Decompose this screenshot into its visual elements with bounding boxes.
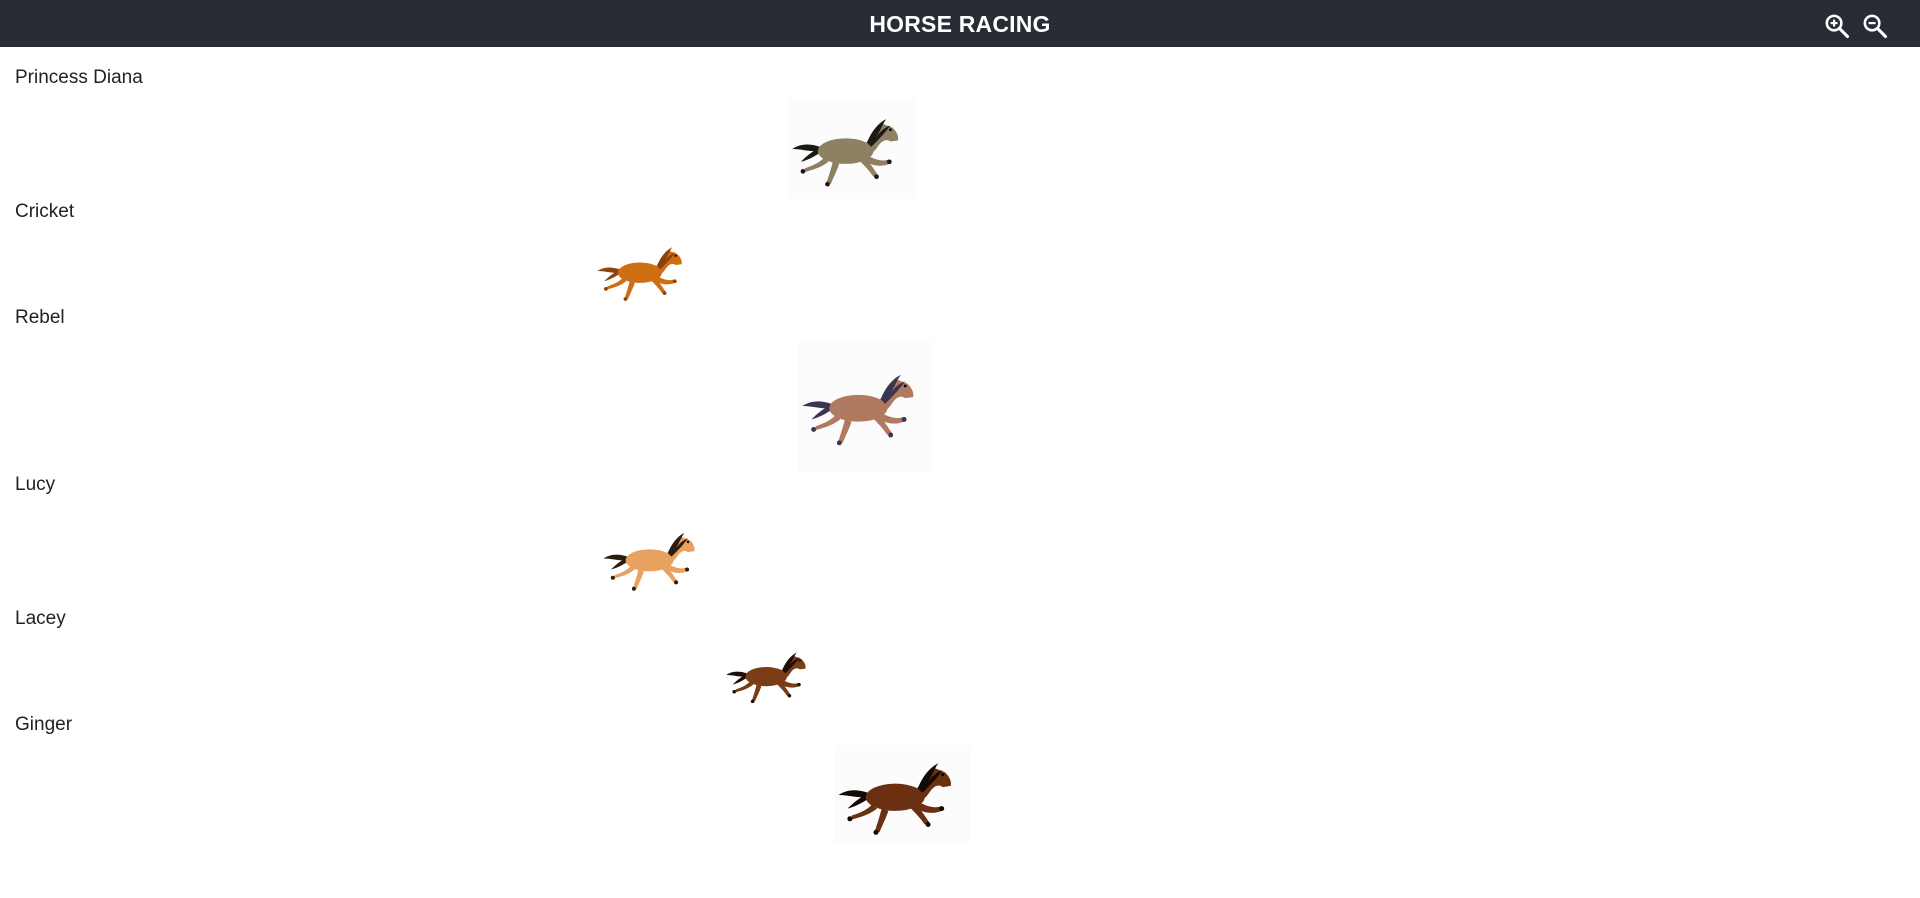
horse-name-label: Lucy: [15, 474, 56, 495]
zoom-out-icon: [1863, 14, 1888, 39]
horse-icon: [603, 532, 695, 591]
horse-icon: [838, 763, 952, 835]
horse-name-label: Rebel: [15, 307, 65, 328]
horse-sprite: [720, 643, 822, 707]
horse-name-label: Lacey: [15, 608, 66, 629]
horse-icon: [802, 374, 914, 446]
horse-sprite: [600, 521, 710, 596]
horse-name-label: Cricket: [15, 201, 75, 222]
horse-icon: [792, 119, 899, 187]
horse-name-label: Ginger: [15, 714, 73, 735]
zoom-out-button[interactable]: [1861, 12, 1889, 40]
horse-icon: [597, 247, 682, 301]
page-title: HORSE RACING: [869, 11, 1051, 37]
zoom-in-button[interactable]: [1823, 12, 1851, 40]
horse-icon: [726, 652, 806, 704]
horse-name-label: Princess Diana: [15, 67, 143, 88]
horse-sprite: [798, 340, 932, 472]
zoom-in-icon: [1825, 14, 1850, 39]
horse-sprite: [788, 99, 916, 199]
horse-sprite: [594, 236, 696, 306]
horse-sprite: [834, 745, 970, 845]
